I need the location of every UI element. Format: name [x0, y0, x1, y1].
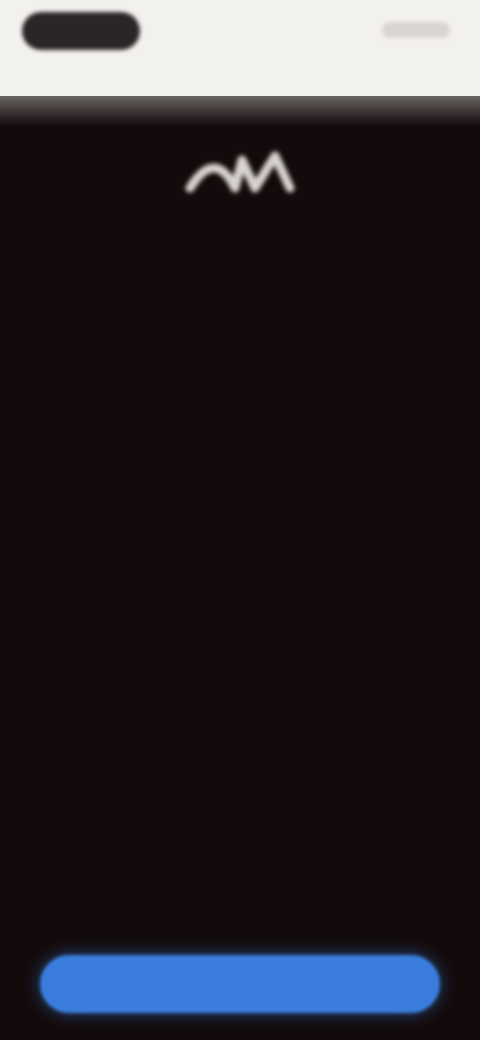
- brand-logo-icon: [180, 138, 300, 198]
- top-bar-shadow: [0, 96, 480, 126]
- screen: [0, 0, 480, 1040]
- message-block: [40, 480, 440, 490]
- status-indicators: [382, 22, 450, 38]
- primary-button[interactable]: [40, 955, 440, 1013]
- top-bar: [0, 0, 480, 108]
- status-pill: [22, 12, 140, 50]
- logo-graphic: [185, 151, 295, 193]
